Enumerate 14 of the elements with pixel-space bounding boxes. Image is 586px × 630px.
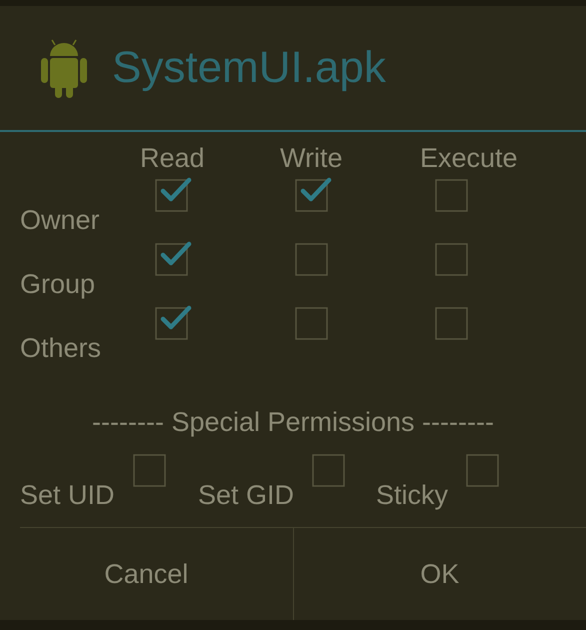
row-label: Owner [20,205,100,235]
option-label: Set UID [20,478,115,508]
section-heading: -------- Special Permissions -------- [92,406,494,439]
column-header: Execute [420,143,518,173]
android-robot-icon [40,38,88,98]
column-header: Write [280,143,343,173]
option-label: Set GID [198,478,294,508]
dialog-button[interactable]: Cancel [0,528,292,620]
column-header: Read [140,143,205,173]
row-label: Group [20,269,96,299]
dialog-button[interactable]: OK [292,528,586,620]
dialog-title: SystemUI.apk [112,42,386,94]
row-label: Others [20,333,102,363]
option-label: Sticky [376,478,448,508]
